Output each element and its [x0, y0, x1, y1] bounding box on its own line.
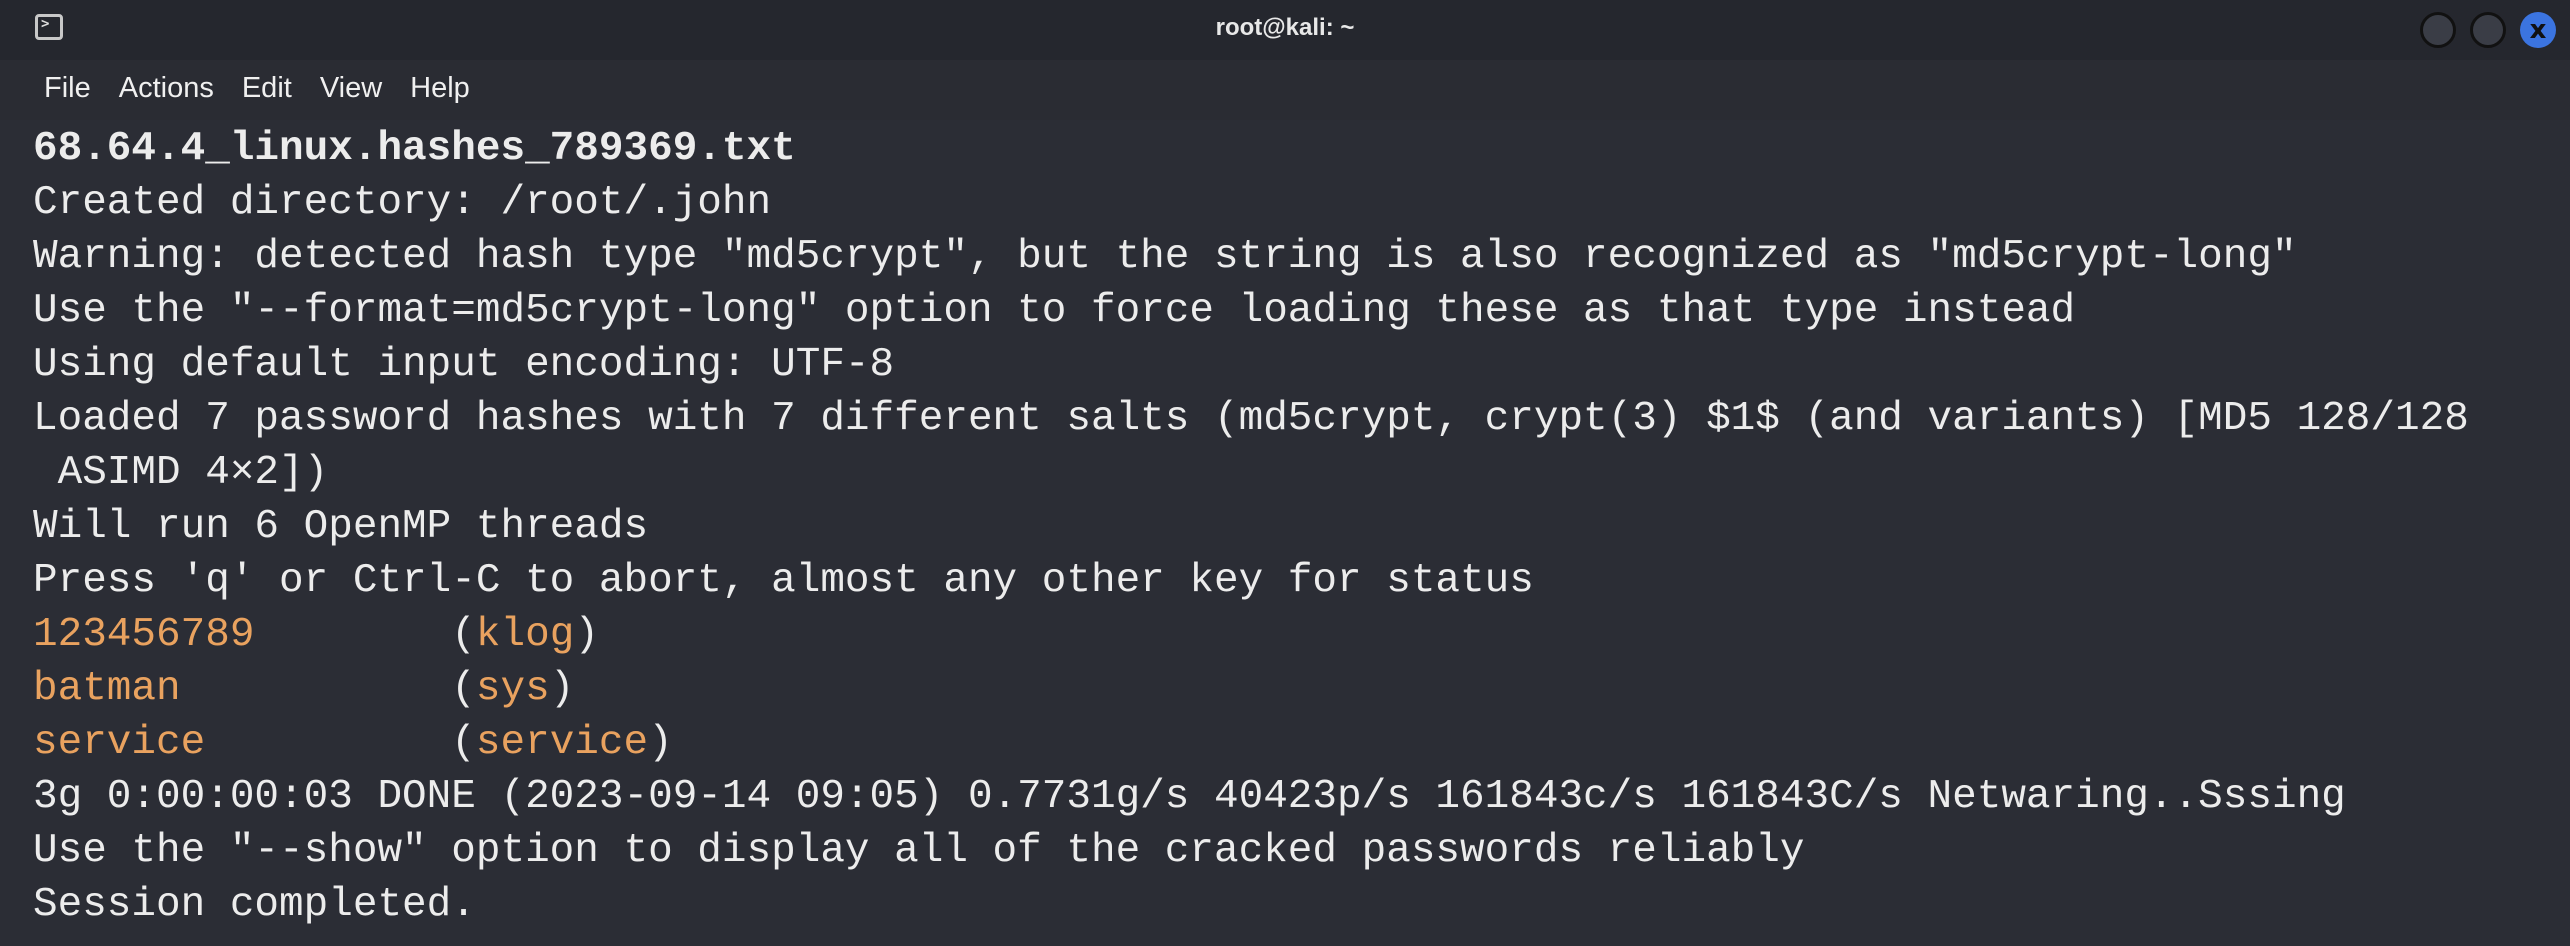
cracked-password: 123456789 — [33, 612, 255, 658]
minimize-button[interactable] — [2420, 12, 2456, 48]
cracked-user: service — [475, 720, 649, 766]
output-line: 68.64.4_linux.hashes_789369.txt — [33, 126, 796, 172]
output-line: Will run 6 OpenMP threads — [33, 504, 649, 550]
output-line: Use the "--format=md5crypt-long" option … — [33, 288, 2076, 334]
cracked-line: service (service) — [33, 720, 673, 766]
menu-view[interactable]: View — [306, 60, 396, 116]
menu-actions[interactable]: Actions — [105, 60, 228, 116]
output-line: Session completed. — [33, 882, 476, 928]
menu-file[interactable]: File — [0, 60, 105, 116]
output-line: Press 'q' or Ctrl-C to abort, almost any… — [33, 558, 1534, 604]
maximize-button[interactable] — [2470, 12, 2506, 48]
menu-edit[interactable]: Edit — [228, 60, 306, 116]
cracked-line: 123456789 (klog) — [33, 612, 599, 658]
cracked-line: batman (sys) — [33, 666, 575, 712]
output-line: Created directory: /root/.john — [33, 180, 772, 226]
output-line: Use the "--show" option to display all o… — [33, 828, 1805, 874]
cracked-user: sys — [475, 666, 550, 712]
output-line: ASIMD 4×2]) — [33, 450, 329, 496]
terminal-output[interactable]: 68.64.4_linux.hashes_789369.txt Created … — [33, 122, 2570, 932]
output-line: Loaded 7 password hashes with 7 differen… — [33, 396, 2469, 442]
title-bar: > root@kali: ~ x — [0, 0, 2570, 60]
output-line: 3g 0:00:00:03 DONE (2023-09-14 09:05) 0.… — [33, 774, 2346, 820]
menu-help[interactable]: Help — [396, 60, 484, 116]
window-title: root@kali: ~ — [1215, 14, 1355, 41]
close-button[interactable]: x — [2520, 12, 2556, 48]
cracked-user: klog — [475, 612, 575, 658]
menu-bar: File Actions Edit View Help — [0, 60, 2570, 120]
cracked-password: batman — [33, 666, 181, 712]
cracked-password: service — [33, 720, 206, 766]
output-line: Warning: detected hash type "md5crypt", … — [33, 234, 2297, 280]
output-line: Using default input encoding: UTF-8 — [33, 342, 895, 388]
